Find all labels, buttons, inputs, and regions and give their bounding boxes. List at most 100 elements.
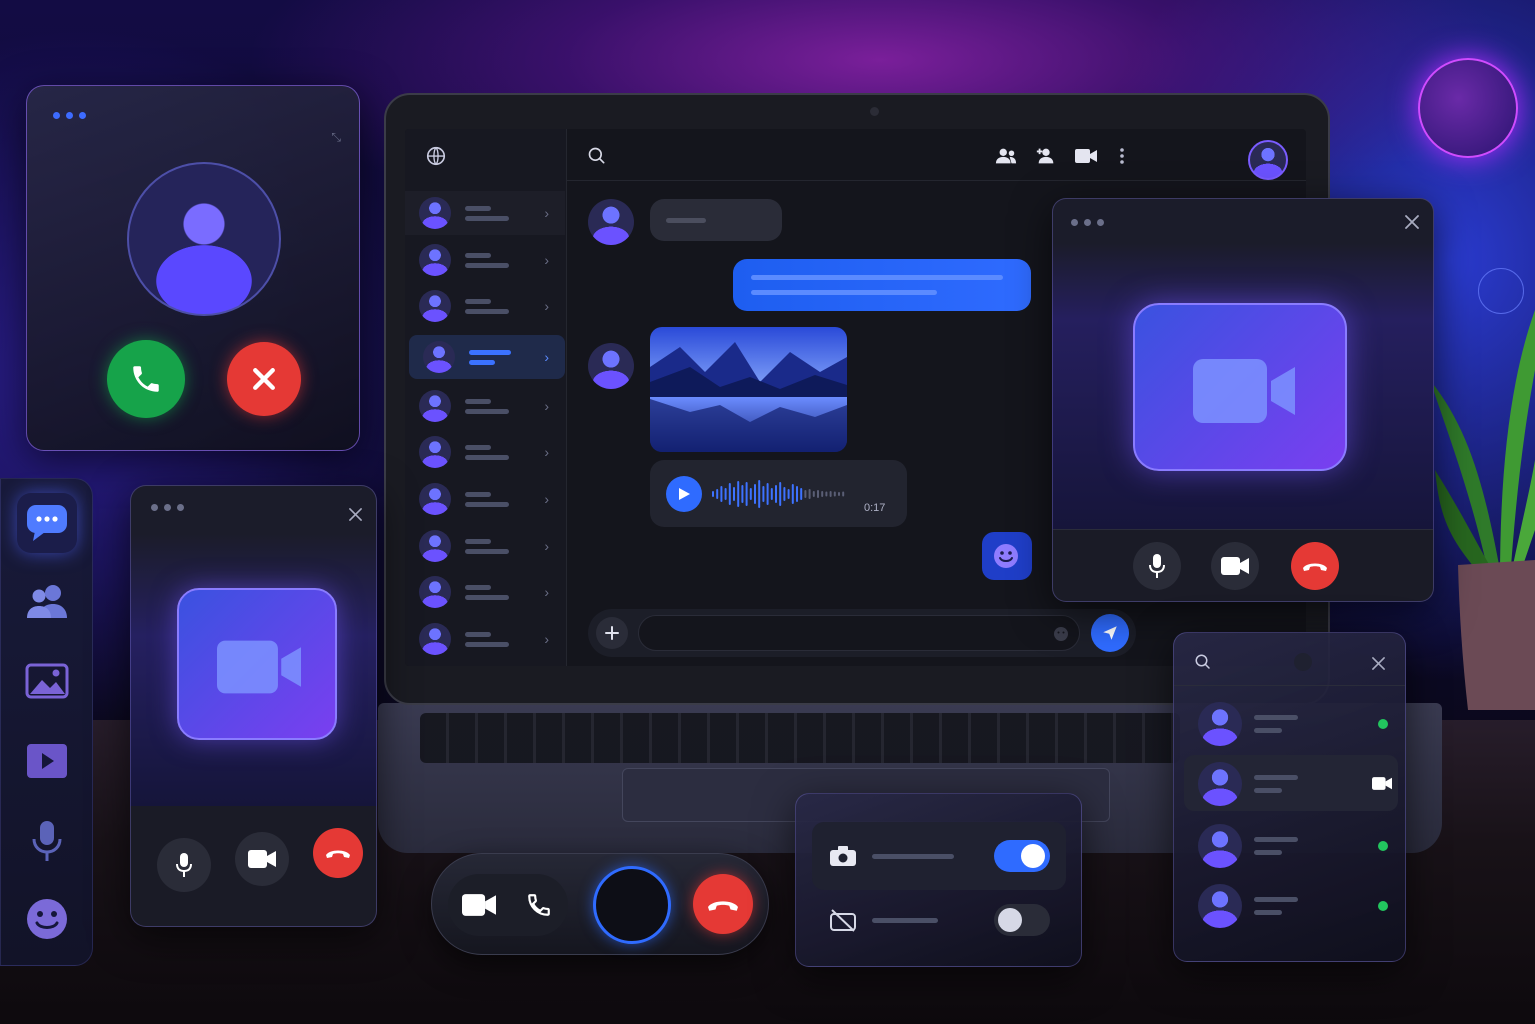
voice-call-toggle[interactable]	[526, 892, 552, 918]
decline-call-button[interactable]	[227, 342, 301, 416]
chat-preview-placeholder	[465, 309, 509, 314]
emoji-sticker-bubble	[982, 532, 1032, 580]
mountain-lake-image	[650, 327, 847, 452]
chat-list-item[interactable]: ›	[405, 524, 565, 568]
contacts-button[interactable]	[995, 147, 1017, 165]
setting-label-placeholder	[872, 918, 938, 923]
setting-label-placeholder	[872, 854, 954, 859]
chat-list-item[interactable]: ›	[405, 570, 565, 614]
online-dot	[1378, 901, 1388, 911]
sidebar-chat[interactable]	[17, 493, 77, 553]
search-button[interactable]	[1194, 653, 1212, 671]
video-placeholder-tile	[177, 588, 337, 740]
sidebar-media[interactable]	[17, 731, 77, 791]
chat-avatar	[419, 530, 451, 562]
hang-up-icon	[326, 850, 350, 858]
contact-row[interactable]	[1184, 817, 1398, 873]
chat-list-item[interactable]: ›	[409, 335, 565, 379]
contact-row[interactable]	[1184, 755, 1398, 811]
message-input[interactable]	[638, 615, 1080, 651]
chat-avatar	[419, 623, 451, 655]
waveform-bar	[737, 481, 740, 507]
chat-list-item[interactable]: ›	[405, 238, 565, 282]
waveform-bar	[838, 492, 840, 496]
contact-name-placeholder	[1254, 897, 1298, 902]
contact-row[interactable]	[1184, 877, 1398, 933]
chat-name-placeholder	[465, 299, 491, 304]
close-button[interactable]	[1405, 215, 1419, 229]
chat-preview-placeholder	[465, 263, 509, 268]
emoji-icon[interactable]	[1053, 626, 1069, 642]
chat-avatar	[419, 390, 451, 422]
voice-play-button[interactable]	[666, 476, 702, 512]
chat-name-placeholder	[465, 632, 491, 637]
chat-preview-placeholder	[465, 642, 509, 647]
close-button[interactable]	[1372, 657, 1385, 670]
chat-preview-placeholder	[465, 502, 509, 507]
camera-toggle-off[interactable]	[994, 904, 1050, 936]
close-button[interactable]	[349, 508, 362, 521]
chat-list-item[interactable]: ›	[405, 477, 565, 521]
contact-row[interactable]	[1184, 695, 1398, 751]
mute-button[interactable]	[1133, 542, 1181, 590]
sidebar-voice[interactable]	[17, 811, 77, 871]
video-camera-icon	[217, 640, 301, 694]
globe-icon	[426, 146, 446, 166]
sidebar-emoji[interactable]	[17, 889, 77, 949]
chat-list-item[interactable]: ›	[405, 384, 565, 428]
window-dots	[53, 112, 86, 119]
contact-avatar	[1198, 884, 1242, 928]
camera-toggle-on[interactable]	[994, 840, 1050, 872]
chat-avatar	[423, 341, 455, 373]
camera-button[interactable]	[1211, 542, 1259, 590]
search-icon	[588, 147, 605, 164]
user-avatar[interactable]	[1248, 140, 1288, 180]
mobile-video-call-window	[130, 485, 377, 927]
chat-list-item[interactable]: ›	[405, 617, 565, 661]
sidebar-gallery[interactable]	[17, 651, 77, 711]
hang-up-button[interactable]	[693, 874, 753, 934]
laptop-keyboard	[420, 713, 1180, 763]
globe-button[interactable]	[425, 145, 447, 167]
webcam	[870, 107, 879, 116]
chat-list-item[interactable]: ›	[405, 430, 565, 474]
chat-list-item[interactable]: ›	[405, 284, 565, 328]
shared-image[interactable]	[650, 327, 847, 452]
waveform-bar	[724, 488, 727, 500]
contact-avatar	[588, 343, 634, 389]
video-camera-icon	[248, 850, 276, 868]
video-call-toggle[interactable]	[462, 894, 496, 916]
sidebar-contacts[interactable]	[17, 571, 77, 631]
app-sidebar	[0, 478, 93, 966]
video-call-button[interactable]	[1075, 149, 1097, 163]
video-camera-icon[interactable]	[1372, 777, 1392, 790]
waveform-bar	[716, 489, 719, 499]
hang-up-button[interactable]	[313, 828, 363, 878]
minimize-indicator	[1294, 653, 1312, 671]
search-button[interactable]	[587, 146, 607, 166]
waveform-bar	[745, 482, 748, 506]
chat-avatar	[419, 576, 451, 608]
plant	[1430, 290, 1535, 710]
expand-icon[interactable]: ⤡	[331, 130, 341, 145]
attach-button[interactable]	[596, 617, 628, 649]
more-button[interactable]	[1119, 147, 1125, 165]
accept-call-button[interactable]	[107, 340, 185, 418]
add-user-button[interactable]	[1035, 147, 1057, 165]
camera-button[interactable]	[235, 832, 289, 886]
chevron-right-icon: ›	[544, 298, 549, 314]
waveform-bar	[800, 488, 803, 500]
chat-name-placeholder	[465, 253, 491, 258]
record-button[interactable]	[593, 866, 671, 944]
chat-preview-placeholder	[465, 455, 509, 460]
chat-list-item[interactable]: ›	[405, 191, 565, 235]
chat-preview-placeholder	[465, 595, 509, 600]
play-icon	[27, 744, 67, 778]
hang-up-button[interactable]	[1291, 542, 1339, 590]
waveform-bar	[817, 490, 819, 498]
waveform-bar	[733, 487, 735, 501]
plus-icon	[605, 626, 619, 640]
mute-button[interactable]	[157, 838, 211, 892]
incoming-message-bubble	[650, 199, 782, 241]
send-button[interactable]	[1091, 614, 1129, 652]
